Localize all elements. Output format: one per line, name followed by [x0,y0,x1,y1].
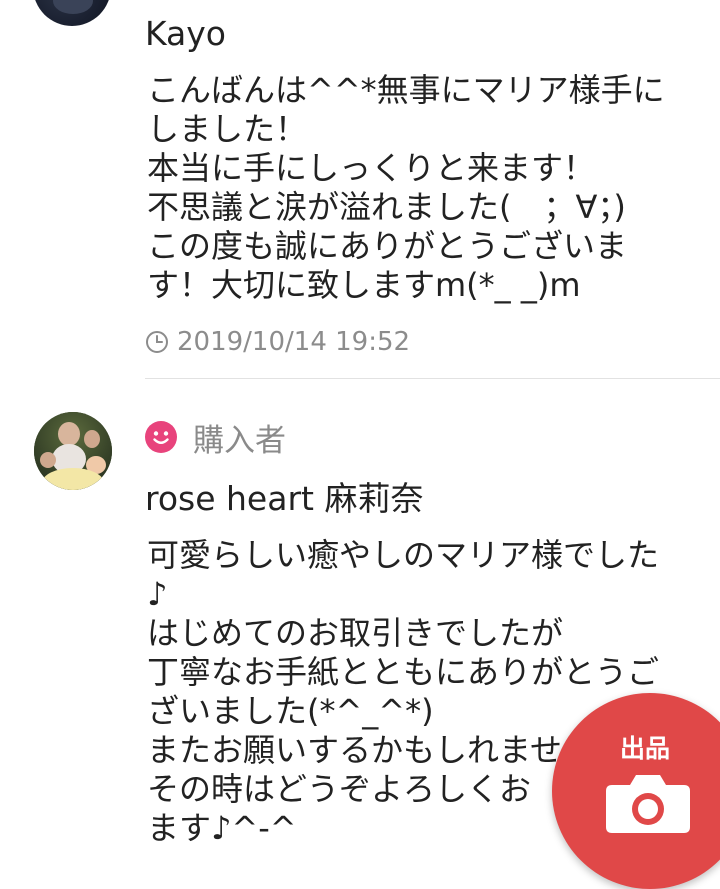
sell-button-label: 出品 [620,734,671,763]
comment-divider [145,378,720,379]
avatar[interactable] [34,412,112,490]
comment-line: こんばんは^^*無事にマリア様手に [147,71,665,109]
buyer-badge-label: 購入者 [193,422,286,459]
avatar-figure [42,468,104,490]
comment-text: こんばんは^^*無事にマリア様手に しました！ 本当に手にしっくりと来ます！ 不… [147,71,665,305]
smiley-icon [145,421,177,453]
comment-line: はじめてのお取引きでしたが [147,614,564,652]
comment-line: す！大切に致しますm(*_ _)m [147,266,581,304]
avatar-figure [40,452,56,468]
avatar-figure [84,430,100,448]
comment-line: 可愛らしい癒やしのマリア様でした [147,536,660,574]
avatar[interactable] [33,0,111,26]
comment-line: 丁寧なお手紙とともにありがとうご [147,653,660,691]
buyer-badge: 購入者 [145,418,286,459]
clock-icon [146,331,168,353]
comment-line: ♪ [147,575,168,613]
comment-timestamp: 2019/10/14 19:52 [145,324,410,360]
camera-icon [606,775,690,833]
timestamp-text: 2019/10/14 19:52 [177,327,411,357]
avatar-figure [58,422,80,446]
comment-username[interactable]: rose heart 麻莉奈 [145,479,423,519]
comment-line: しました！ [147,110,308,148]
comment-line: この度も誠にありがとうございま [147,227,628,265]
comment-line: 不思議と涙が溢れました( ；∀；) [147,188,626,226]
comment-username[interactable]: Kayo [145,14,226,54]
avatar-shape [53,0,93,14]
comment-line: 本当に手にしっくりと来ます！ [147,149,596,187]
